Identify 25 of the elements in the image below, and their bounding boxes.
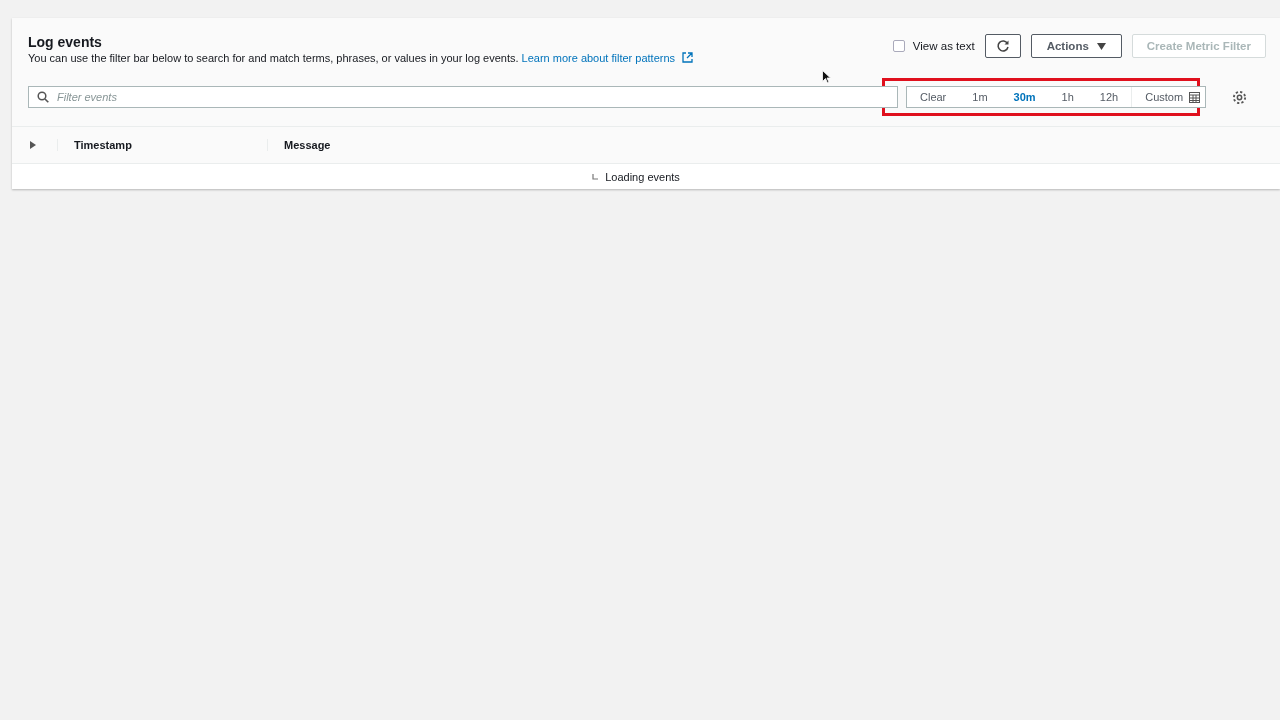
time-range-option[interactable]: 1m bbox=[959, 87, 1001, 107]
time-range-option[interactable]: 12h bbox=[1086, 87, 1132, 107]
caret-icon bbox=[1096, 42, 1106, 50]
time-range-option[interactable]: 30m bbox=[1000, 87, 1049, 107]
external-link-icon bbox=[682, 52, 694, 63]
learn-more-link[interactable]: Learn more about filter patterns bbox=[521, 52, 694, 64]
spinner-icon bbox=[592, 173, 599, 180]
mouse-pointer-icon bbox=[822, 70, 831, 84]
view-as-text-checkbox[interactable] bbox=[892, 40, 905, 52]
expand-icon[interactable] bbox=[29, 141, 37, 149]
refresh-icon bbox=[995, 39, 1010, 53]
filter-events-field[interactable]: Filter events bbox=[28, 86, 898, 108]
view-as-text-label: View as text bbox=[912, 40, 975, 52]
time-range-option[interactable]: Clear bbox=[907, 87, 960, 107]
column-header: Timestamp bbox=[57, 139, 267, 151]
panel-title: Log events bbox=[28, 34, 103, 50]
settings-icon[interactable] bbox=[1232, 89, 1248, 105]
panel-description: You can use the filter bar below to search for and match terms, phrases, or values in your log events. bbox=[28, 52, 519, 64]
refresh-button[interactable] bbox=[984, 34, 1021, 58]
actions-button[interactable]: Actions bbox=[1030, 34, 1122, 58]
column-header: Message bbox=[267, 139, 331, 151]
time-range-option[interactable]: Custom bbox=[1131, 87, 1206, 107]
loading-status: Loading events bbox=[605, 170, 680, 183]
time-range-option[interactable]: 1h bbox=[1048, 87, 1087, 107]
calendar-icon bbox=[1189, 91, 1201, 103]
